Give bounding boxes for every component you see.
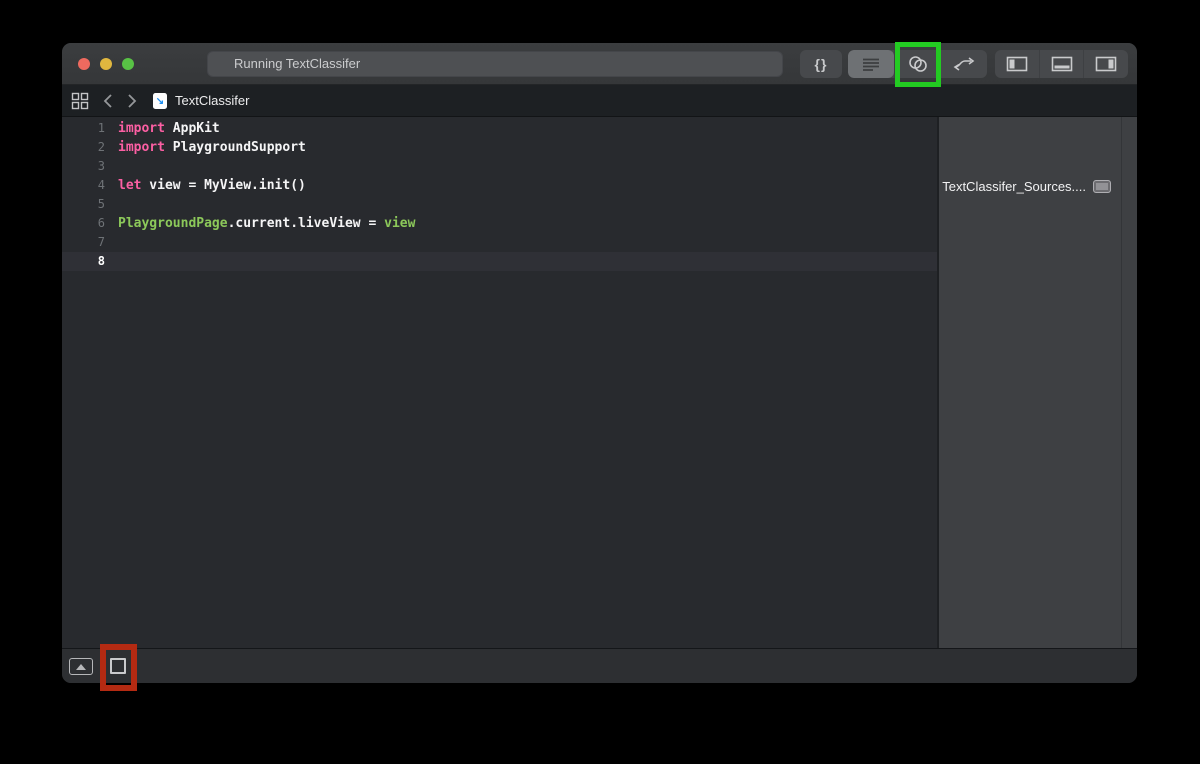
playground-result-row: TextClassifer_Sources....: [939, 177, 1111, 195]
editor-mode-segmented-control: [848, 50, 987, 78]
triangle-glyph: [76, 664, 86, 670]
braces-icon: {}: [815, 56, 828, 72]
activity-status-text: Running TextClassifer: [234, 56, 360, 71]
line-number: 5: [62, 195, 105, 214]
code-snippet-button[interactable]: {}: [800, 50, 842, 78]
code-text: [105, 252, 118, 271]
code-text: [105, 157, 118, 176]
code-line[interactable]: 7: [62, 233, 937, 252]
activity-viewer: Running TextClassifer: [207, 51, 783, 77]
jump-bar-file-name[interactable]: TextClassifer: [175, 93, 249, 108]
assistant-editor-icon: [906, 55, 930, 73]
playground-file-icon: ↘: [153, 93, 167, 109]
debug-panel-icon: [1051, 56, 1073, 72]
show-result-button[interactable]: [1093, 180, 1111, 193]
panel-toggle-segmented-control: [995, 50, 1128, 78]
screen-background: Running TextClassifer {}: [0, 0, 1200, 764]
standard-editor-icon: [860, 56, 882, 72]
line-number: 3: [62, 157, 105, 176]
source-editor[interactable]: 1import AppKit2import PlaygroundSupport3…: [62, 117, 937, 648]
code-line[interactable]: 8: [62, 252, 937, 271]
swift-arrow-glyph: ↘: [156, 96, 164, 107]
title-bar: Running TextClassifer {}: [62, 43, 1137, 85]
sidebar-inner-divider: [1121, 117, 1122, 648]
result-label: TextClassifer_Sources....: [942, 179, 1086, 194]
code-line[interactable]: 3: [62, 157, 937, 176]
version-editor-icon: [951, 55, 977, 73]
debug-area-toggle-icon[interactable]: [69, 658, 93, 675]
results-sidebar: TextClassifer_Sources....: [939, 117, 1137, 648]
line-number: 7: [62, 233, 105, 252]
code-line[interactable]: 2import PlaygroundSupport: [62, 138, 937, 157]
standard-editor-button[interactable]: [848, 50, 894, 78]
code-text: let view = MyView.init(): [105, 176, 306, 195]
close-window-button[interactable]: [78, 58, 90, 70]
jump-bar: ↘ TextClassifer: [62, 85, 1137, 117]
stop-icon[interactable]: [110, 658, 126, 674]
code-text: [105, 195, 118, 214]
toggle-inspector-panel-button[interactable]: [1083, 50, 1128, 78]
inspector-panel-icon: [1095, 56, 1117, 72]
related-items-grid-icon[interactable]: [71, 92, 89, 110]
code-text: import PlaygroundSupport: [105, 138, 306, 157]
zoom-window-button[interactable]: [122, 58, 134, 70]
line-number: 8: [62, 252, 105, 271]
code-line[interactable]: 1import AppKit: [62, 119, 937, 138]
navigator-panel-icon: [1006, 56, 1028, 72]
assistant-editor-button[interactable]: [894, 50, 941, 78]
code-text: import AppKit: [105, 119, 220, 138]
line-number: 4: [62, 176, 105, 195]
debug-bar: [62, 648, 1137, 683]
code-line[interactable]: 5: [62, 195, 937, 214]
minimize-window-button[interactable]: [100, 58, 112, 70]
version-editor-button[interactable]: [940, 50, 987, 78]
code-text: PlaygroundPage.current.liveView = view: [105, 214, 415, 233]
toggle-debug-panel-button[interactable]: [1039, 50, 1084, 78]
code-line[interactable]: 4let view = MyView.init(): [62, 176, 937, 195]
back-chevron-icon[interactable]: [103, 93, 113, 109]
forward-chevron-icon[interactable]: [127, 93, 137, 109]
code-line[interactable]: 6PlaygroundPage.current.liveView = view: [62, 214, 937, 233]
xcode-playground-window: Running TextClassifer {}: [62, 43, 1137, 683]
main-area: 1import AppKit2import PlaygroundSupport3…: [62, 117, 1137, 648]
code-text: [105, 233, 118, 252]
line-number: 6: [62, 214, 105, 233]
code-lines: 1import AppKit2import PlaygroundSupport3…: [62, 119, 937, 271]
line-number: 2: [62, 138, 105, 157]
toggle-navigator-panel-button[interactable]: [995, 50, 1039, 78]
line-number: 1: [62, 119, 105, 138]
